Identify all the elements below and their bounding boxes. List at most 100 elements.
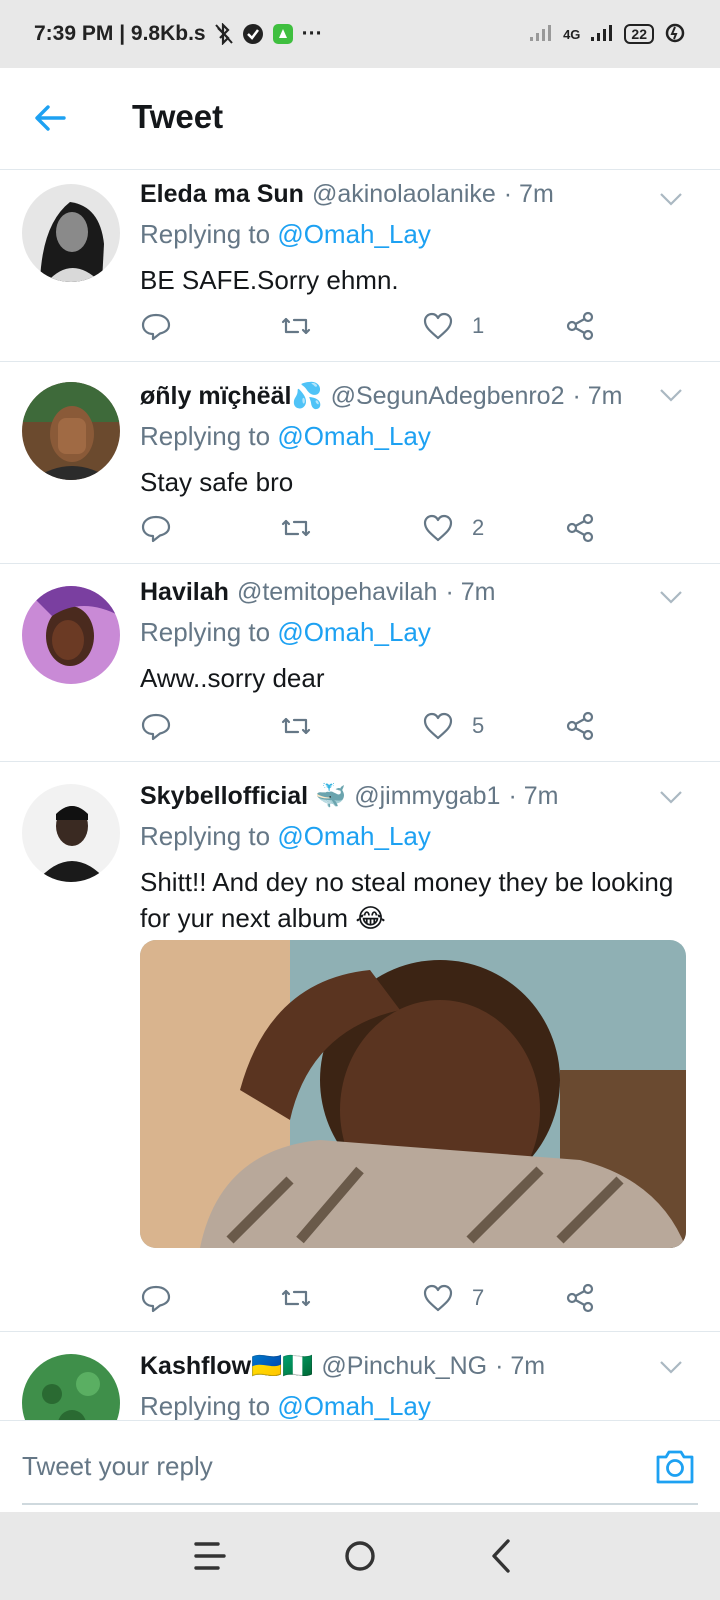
- chevron-left-icon: [492, 1539, 510, 1573]
- status-bar: 7:39 PM | 9.8Kb.s ··· 4G 22: [0, 0, 720, 68]
- tweet-media-image[interactable]: [140, 940, 686, 1248]
- heart-icon: [423, 712, 453, 740]
- tweet-header: Havilah @temitopehavilah · 7m: [140, 578, 700, 607]
- like-button[interactable]: 5: [422, 706, 484, 746]
- tweet-body: Skybellofficial 🐳 @jimmygab1 · 7m Replyi…: [140, 782, 700, 936]
- replying-prefix: Replying to: [140, 1391, 278, 1420]
- reply-input[interactable]: [22, 1441, 622, 1491]
- share-icon: [566, 711, 594, 741]
- mention-link[interactable]: @Omah_Lay: [277, 617, 431, 647]
- tweet-menu-button[interactable]: [658, 584, 684, 610]
- retweet-icon: [281, 519, 311, 537]
- tweet-menu-button[interactable]: [658, 382, 684, 408]
- chevron-down-icon: [660, 791, 682, 804]
- mention-link[interactable]: @Omah_Lay: [277, 821, 431, 851]
- replying-to: Replying to @Omah_Lay: [140, 1391, 700, 1420]
- status-right: 4G 22: [529, 22, 686, 47]
- author-name[interactable]: Skybellofficial 🐳: [140, 782, 346, 811]
- reply-composer: [0, 1420, 720, 1512]
- avatar[interactable]: [22, 1354, 120, 1420]
- back-button[interactable]: [30, 100, 70, 140]
- author-handle[interactable]: @SegunAdegbenro2: [331, 382, 565, 411]
- app-header: Tweet: [0, 68, 720, 170]
- camera-button[interactable]: [654, 1447, 696, 1487]
- status-time-speed: 7:39 PM | 9.8Kb.s: [34, 22, 206, 45]
- like-count: 2: [472, 515, 485, 540]
- reply-button[interactable]: [140, 508, 172, 548]
- menu-lines-icon: [194, 1542, 226, 1570]
- tweet-actions: 7: [140, 1278, 610, 1318]
- signal-icon: [529, 24, 553, 45]
- avatar[interactable]: [22, 784, 120, 882]
- home-button[interactable]: [338, 1536, 382, 1576]
- share-icon: [566, 311, 594, 341]
- share-button[interactable]: [564, 706, 596, 746]
- retweet-icon: [281, 717, 311, 735]
- like-count: 7: [472, 1285, 485, 1310]
- check-circle-icon: [242, 23, 264, 45]
- tweet-item: Eleda ma Sun @akinolaolanike · 7m Replyi…: [0, 170, 720, 362]
- data-saver-icon: [664, 22, 686, 47]
- mention-link[interactable]: @Omah_Lay: [277, 421, 431, 451]
- comment-icon: [141, 313, 171, 341]
- like-button[interactable]: 2: [422, 508, 484, 548]
- like-button[interactable]: 1: [422, 306, 484, 346]
- tweet-time: · 7m: [495, 1352, 546, 1380]
- avatar[interactable]: [22, 586, 120, 684]
- share-icon: [566, 513, 594, 543]
- avatar[interactable]: [22, 184, 120, 282]
- recent-apps-button[interactable]: [188, 1536, 232, 1576]
- replying-prefix: Replying to: [140, 617, 278, 647]
- tweet-item: øñly mïçhëäl💦 @SegunAdegbenro2 · 7m Repl…: [0, 362, 720, 564]
- tweet-item: Kashflow🇺🇦🇳🇬 @Pinchuk_NG · 7m Replying t…: [0, 1332, 720, 1420]
- heart-icon: [423, 514, 453, 542]
- chevron-down-icon: [660, 591, 682, 604]
- reply-button[interactable]: [140, 1278, 172, 1318]
- like-count: 1: [472, 313, 485, 338]
- app-notification-icon: [272, 23, 294, 45]
- tweet-text: Shitt!! And dey no steal money they be l…: [140, 867, 674, 933]
- share-button[interactable]: [564, 306, 596, 346]
- tweet-actions: 2: [140, 508, 610, 548]
- page-title: Tweet: [132, 98, 224, 135]
- author-name[interactable]: Kashflow🇺🇦🇳🇬: [140, 1352, 313, 1381]
- tweet-text: Stay safe bro: [140, 467, 294, 497]
- author-name[interactable]: øñly mïçhëäl💦: [140, 382, 323, 411]
- author-name[interactable]: Eleda ma Sun: [140, 180, 304, 209]
- reply-button[interactable]: [140, 306, 172, 346]
- share-button[interactable]: [564, 508, 596, 548]
- tweet-time: · 7m: [572, 382, 623, 410]
- author-handle[interactable]: @Pinchuk_NG: [321, 1352, 487, 1381]
- replying-prefix: Replying to: [140, 421, 278, 451]
- system-nav-bar: [0, 1512, 720, 1600]
- tweet-text: Aww..sorry dear: [140, 663, 325, 693]
- mention-link[interactable]: @Omah_Lay: [277, 219, 431, 249]
- chevron-down-icon: [660, 389, 682, 402]
- tweet-header: Eleda ma Sun @akinolaolanike · 7m: [140, 180, 700, 209]
- retweet-button[interactable]: [280, 706, 312, 746]
- author-name[interactable]: Havilah: [140, 578, 229, 607]
- mention-link[interactable]: @Omah_Lay: [277, 1391, 431, 1420]
- retweet-button[interactable]: [280, 508, 312, 548]
- tweet-header: Kashflow🇺🇦🇳🇬 @Pinchuk_NG · 7m: [140, 1352, 700, 1381]
- tweet-item: Havilah @temitopehavilah · 7m Replying t…: [0, 564, 720, 762]
- tweet-menu-button[interactable]: [658, 1354, 684, 1380]
- share-button[interactable]: [564, 1278, 596, 1318]
- tweet-menu-button[interactable]: [658, 186, 684, 212]
- status-left: 7:39 PM | 9.8Kb.s ···: [34, 22, 323, 46]
- author-handle[interactable]: @jimmygab1: [354, 782, 500, 811]
- author-handle[interactable]: @akinolaolanike: [312, 180, 496, 209]
- replying-prefix: Replying to: [140, 219, 278, 249]
- tweet-body: øñly mïçhëäl💦 @SegunAdegbenro2 · 7m Repl…: [140, 382, 700, 500]
- like-button[interactable]: 7: [422, 1278, 484, 1318]
- avatar[interactable]: [22, 382, 120, 480]
- replying-to: Replying to @Omah_Lay: [140, 617, 700, 648]
- reply-button[interactable]: [140, 706, 172, 746]
- retweet-button[interactable]: [280, 306, 312, 346]
- tweet-actions: 1: [140, 306, 610, 346]
- retweet-button[interactable]: [280, 1278, 312, 1318]
- tweet-header: øñly mïçhëäl💦 @SegunAdegbenro2 · 7m: [140, 382, 700, 411]
- author-handle[interactable]: @temitopehavilah: [237, 578, 438, 607]
- back-nav-button[interactable]: [480, 1536, 524, 1576]
- tweet-menu-button[interactable]: [658, 784, 684, 810]
